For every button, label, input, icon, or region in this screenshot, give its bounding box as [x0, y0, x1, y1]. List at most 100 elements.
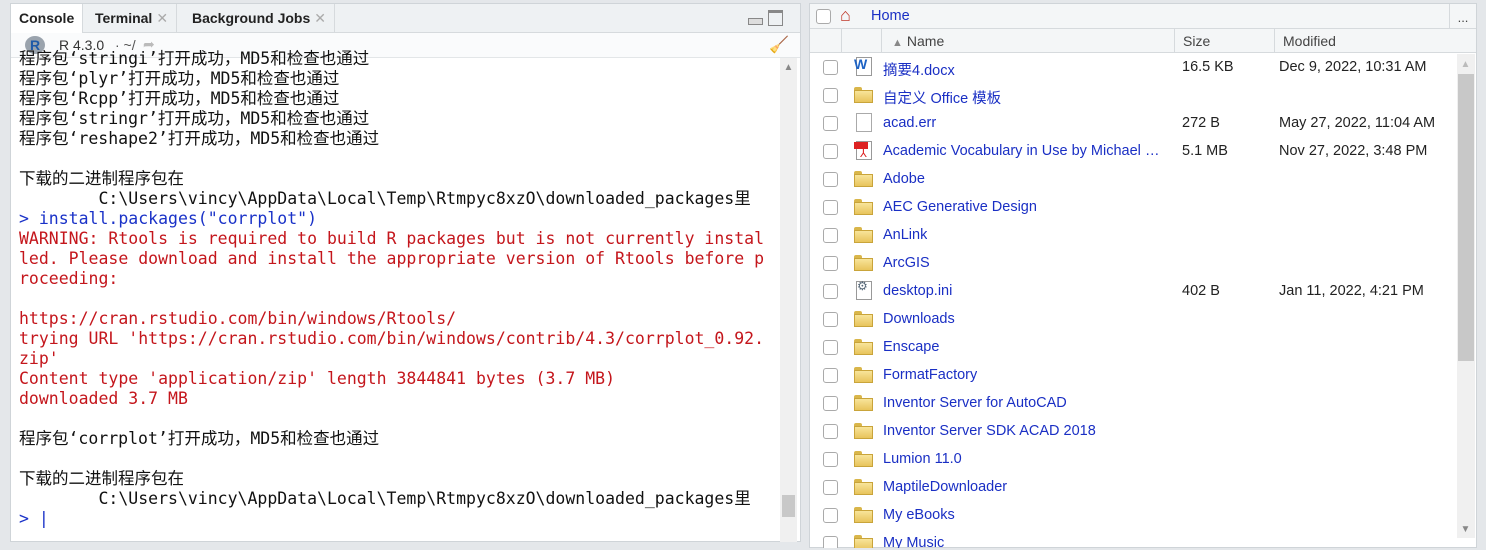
file-row[interactable]: ⅄ Academic Vocabulary in Use by Michael M… [810, 138, 1457, 166]
console-output[interactable]: 程序包‘stringi’打开成功，MD5和检查也通过 程序包‘plyr’打开成功，… [19, 49, 779, 533]
scroll-up-icon[interactable]: ▲ [1457, 59, 1474, 70]
file-name-link[interactable]: MaptileDownloader [883, 479, 1007, 495]
file-row[interactable]: AEC Generative Design [810, 194, 1457, 222]
home-icon[interactable]: ⌂ [840, 5, 851, 26]
file-checkbox[interactable] [823, 396, 838, 411]
close-icon[interactable]: ✕ [314, 10, 326, 26]
file-name-link[interactable]: My eBooks [883, 507, 955, 523]
file-row[interactable]: FormatFactory [810, 362, 1457, 390]
console-line: https://cran.rstudio.com/bin/windows/Rto… [19, 309, 457, 328]
file-row[interactable]: 自定义 Office 模板 [810, 82, 1457, 110]
file-name-link[interactable]: Adobe [883, 171, 925, 187]
console-line: 下载的二进制程序包在 [19, 469, 184, 488]
column-header-name[interactable]: ▲ Name [881, 29, 1174, 53]
console-line: led. Please download and install the app… [19, 249, 765, 268]
file-checkbox[interactable] [823, 424, 838, 439]
folder-icon [854, 227, 873, 244]
file-row[interactable]: ArcGIS [810, 250, 1457, 278]
console-line: C:\Users\vincy\AppData\Local\Temp\Rtmpyc… [19, 189, 751, 208]
folder-icon [854, 199, 873, 216]
console-line: Content type 'application/zip' length 38… [19, 369, 616, 388]
file-size: 16.5 KB [1182, 59, 1234, 75]
file-name-link[interactable]: ArcGIS [883, 255, 930, 271]
file-row[interactable]: Inventor Server SDK ACAD 2018 [810, 418, 1457, 446]
file-row[interactable]: My Music [810, 530, 1457, 548]
file-row[interactable]: W 摘要4.docx 16.5 KB Dec 9, 2022, 10:31 AM [810, 54, 1457, 82]
file-modified: May 27, 2022, 11:04 AM [1279, 115, 1436, 131]
file-checkbox[interactable] [823, 480, 838, 495]
file-name-link[interactable]: Inventor Server SDK ACAD 2018 [883, 423, 1096, 439]
file-row[interactable]: ⚙ desktop.ini 402 B Jan 11, 2022, 4:21 PM [810, 278, 1457, 306]
folder-icon [854, 479, 873, 496]
file-checkbox[interactable] [823, 116, 838, 131]
file-row[interactable]: Lumion 11.0 [810, 446, 1457, 474]
file-checkbox[interactable] [823, 228, 838, 243]
more-button[interactable]: ... [1449, 4, 1476, 29]
file-list-header: ▲ Name Size Modified [810, 29, 1476, 53]
file-checkbox[interactable] [823, 256, 838, 271]
minimize-icon[interactable] [748, 18, 763, 25]
file-size: 402 B [1182, 283, 1220, 299]
console-scrollbar[interactable]: ▲ [780, 58, 797, 542]
console-line: trying URL 'https://cran.rstudio.com/bin… [19, 329, 765, 348]
header-spacer [841, 29, 881, 53]
file-name-link[interactable]: Lumion 11.0 [883, 451, 962, 467]
folder-icon [854, 311, 873, 328]
file-name-link[interactable]: Enscape [883, 339, 939, 355]
file-checkbox[interactable] [823, 312, 838, 327]
scroll-down-icon[interactable]: ▼ [1457, 524, 1474, 535]
file-row[interactable]: My eBooks [810, 502, 1457, 530]
settings-file-icon: ⚙ [856, 279, 872, 300]
file-name-link[interactable]: AnLink [883, 227, 927, 243]
file-name-link[interactable]: 摘要4.docx [883, 59, 955, 80]
maximize-icon[interactable] [768, 10, 783, 26]
scroll-thumb[interactable] [1458, 74, 1474, 361]
column-header-size[interactable]: Size [1174, 29, 1274, 53]
console-line: WARNING: Rtools is required to build R p… [19, 229, 765, 248]
file-name-link[interactable]: Inventor Server for AutoCAD [883, 395, 1067, 411]
file-name-link[interactable]: AEC Generative Design [883, 199, 1037, 215]
file-checkbox[interactable] [823, 88, 838, 103]
file-name-link[interactable]: acad.err [883, 115, 936, 131]
file-row[interactable]: AnLink [810, 222, 1457, 250]
sort-ascending-icon: ▲ [892, 37, 903, 49]
file-name-link[interactable]: Academic Vocabulary in Use by Michael Mc… [883, 143, 1168, 159]
folder-icon [854, 171, 873, 188]
breadcrumb-home[interactable]: Home [871, 8, 910, 24]
file-checkbox[interactable] [823, 144, 838, 159]
tab-background-jobs[interactable]: Background Jobs ✕ [184, 4, 335, 33]
file-row[interactable]: acad.err 272 B May 27, 2022, 11:04 AM [810, 110, 1457, 138]
scroll-up-icon[interactable]: ▲ [780, 62, 797, 73]
file-name-link[interactable]: 自定义 Office 模板 [883, 87, 1001, 108]
file-name-link[interactable]: FormatFactory [883, 367, 977, 383]
console-line: 程序包‘stringr’打开成功，MD5和检查也通过 [19, 109, 370, 128]
file-checkbox[interactable] [823, 200, 838, 215]
file-checkbox[interactable] [823, 172, 838, 187]
select-all-checkbox[interactable] [816, 9, 831, 24]
file-row[interactable]: Downloads [810, 306, 1457, 334]
scroll-thumb[interactable] [782, 495, 795, 517]
file-checkbox[interactable] [823, 536, 838, 548]
file-row[interactable]: MaptileDownloader [810, 474, 1457, 502]
file-checkbox[interactable] [823, 508, 838, 523]
file-row[interactable]: Adobe [810, 166, 1457, 194]
tab-console[interactable]: Console [11, 4, 84, 34]
file-name-link[interactable]: desktop.ini [883, 283, 952, 299]
file-row[interactable]: Inventor Server for AutoCAD [810, 390, 1457, 418]
file-modified: Dec 9, 2022, 10:31 AM [1279, 59, 1427, 75]
file-checkbox[interactable] [823, 340, 838, 355]
file-checkbox[interactable] [823, 284, 838, 299]
pdf-icon: ⅄ [854, 141, 872, 160]
files-scrollbar[interactable]: ▲ ▼ [1457, 54, 1475, 538]
file-name-link[interactable]: Downloads [883, 311, 955, 327]
close-icon[interactable]: ✕ [156, 10, 168, 26]
console-line: 下载的二进制程序包在 [19, 169, 184, 188]
tab-terminal[interactable]: Terminal ✕ [87, 4, 178, 33]
column-header-modified[interactable]: Modified [1274, 29, 1484, 53]
file-checkbox[interactable] [823, 452, 838, 467]
file-name-link[interactable]: My Music [883, 535, 944, 548]
folder-icon [854, 367, 873, 384]
file-checkbox[interactable] [823, 60, 838, 75]
file-checkbox[interactable] [823, 368, 838, 383]
file-row[interactable]: Enscape [810, 334, 1457, 362]
